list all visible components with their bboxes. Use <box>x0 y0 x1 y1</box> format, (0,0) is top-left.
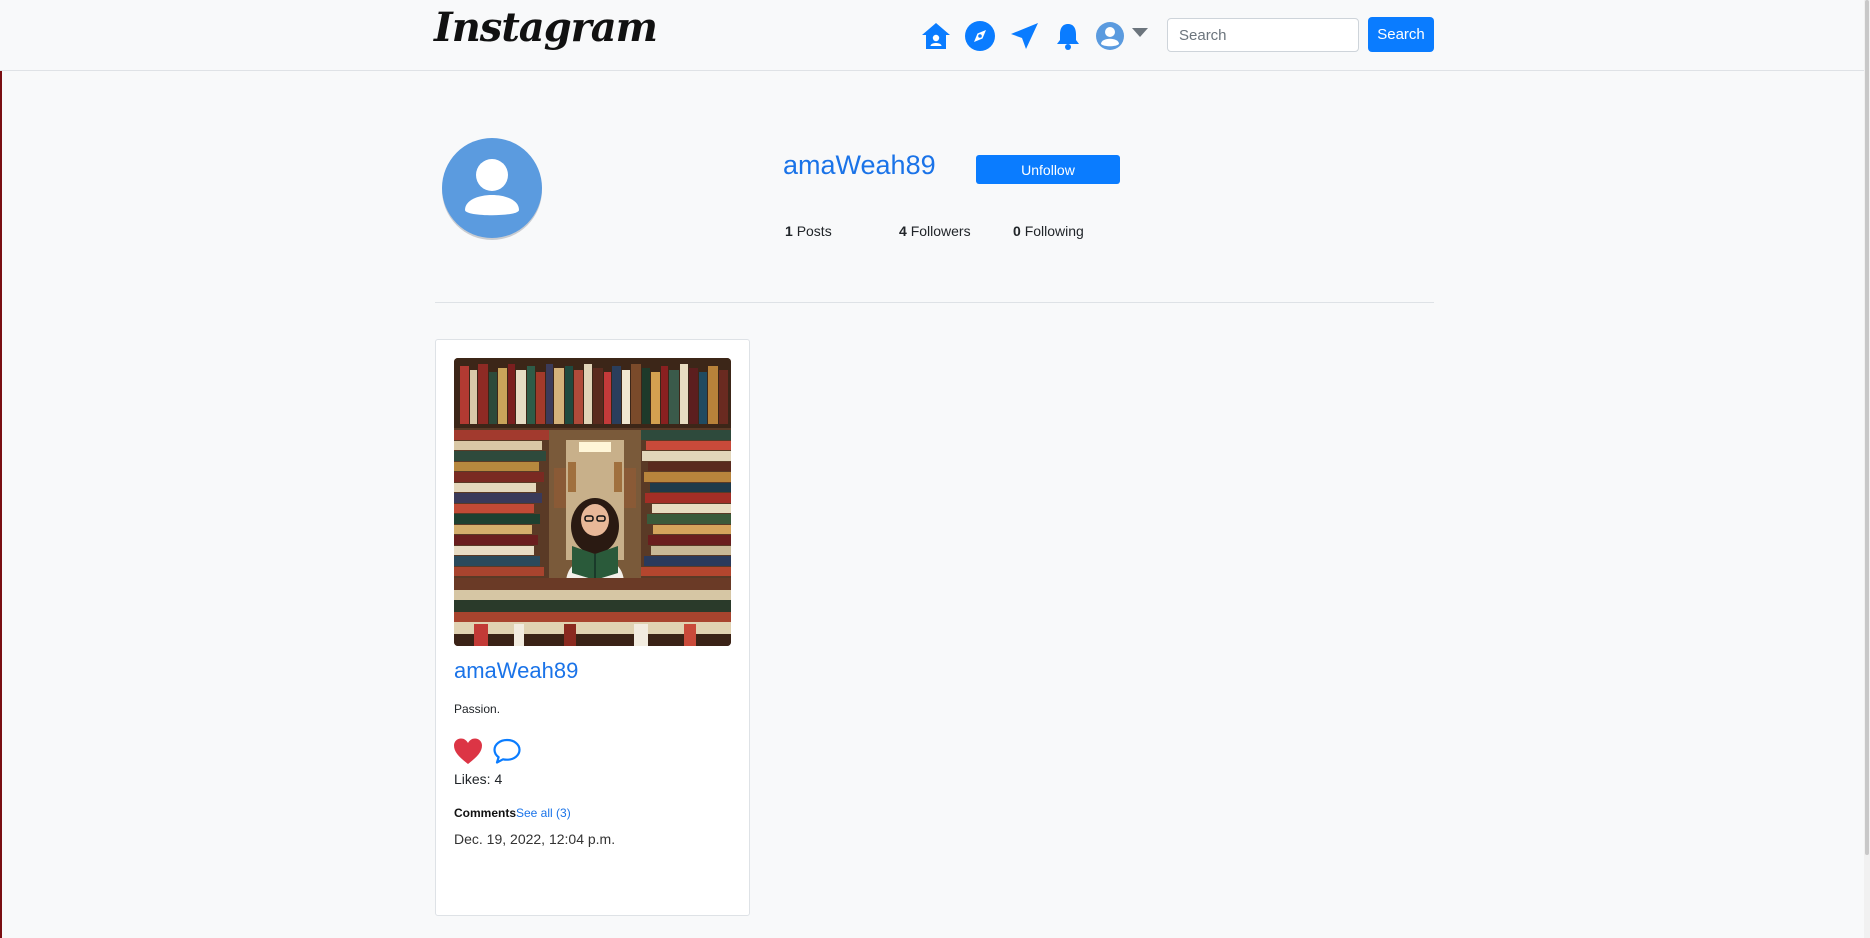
search-input[interactable] <box>1167 18 1359 52</box>
posts-label: Posts <box>796 223 832 239</box>
followers-label: Followers <box>910 223 971 239</box>
following-label: Following <box>1024 223 1084 239</box>
profile-username[interactable]: amaWeah89 <box>783 150 936 181</box>
post-image[interactable] <box>454 358 731 646</box>
followers-count-stat[interactable]: 4 Followers <box>899 223 971 239</box>
top-navbar: Instagram Search <box>0 0 1864 71</box>
page-scrollbar[interactable] <box>1864 0 1870 938</box>
see-all-comments-link[interactable]: See all (3) <box>516 806 571 820</box>
scrollbar-thumb[interactable] <box>1865 0 1869 855</box>
following-count-stat[interactable]: 0 Following <box>1013 223 1084 239</box>
posts-count-stat: 1 Posts <box>785 223 832 239</box>
following-count: 0 <box>1013 223 1021 239</box>
posts-count: 1 <box>785 223 793 239</box>
post-timestamp: Dec. 19, 2022, 12:04 p.m. <box>454 831 616 847</box>
like-heart-icon[interactable] <box>453 737 483 765</box>
comments-label: Comments <box>454 806 517 820</box>
explore-compass-icon[interactable] <box>964 20 996 52</box>
direct-send-icon[interactable] <box>1008 20 1040 52</box>
notifications-bell-icon[interactable] <box>1052 20 1084 52</box>
profile-divider <box>435 302 1434 303</box>
home-icon[interactable] <box>920 20 952 52</box>
post-username[interactable]: amaWeah89 <box>454 658 578 684</box>
followers-count: 4 <box>899 223 907 239</box>
instagram-logo[interactable]: Instagram <box>434 4 658 51</box>
likes-count: Likes: 4 <box>454 771 503 787</box>
unfollow-button[interactable]: Unfollow <box>976 155 1120 184</box>
search-button[interactable]: Search <box>1368 17 1434 52</box>
profile-avatar <box>441 137 543 241</box>
post-caption: Passion. <box>454 702 501 716</box>
window-edge <box>0 0 2 938</box>
post-card: amaWeah89 Passion. Likes: 4 Comments See… <box>435 339 750 916</box>
comment-bubble-icon[interactable] <box>492 737 522 765</box>
dropdown-caret-icon[interactable] <box>1132 28 1148 37</box>
profile-avatar-icon[interactable] <box>1094 20 1126 52</box>
